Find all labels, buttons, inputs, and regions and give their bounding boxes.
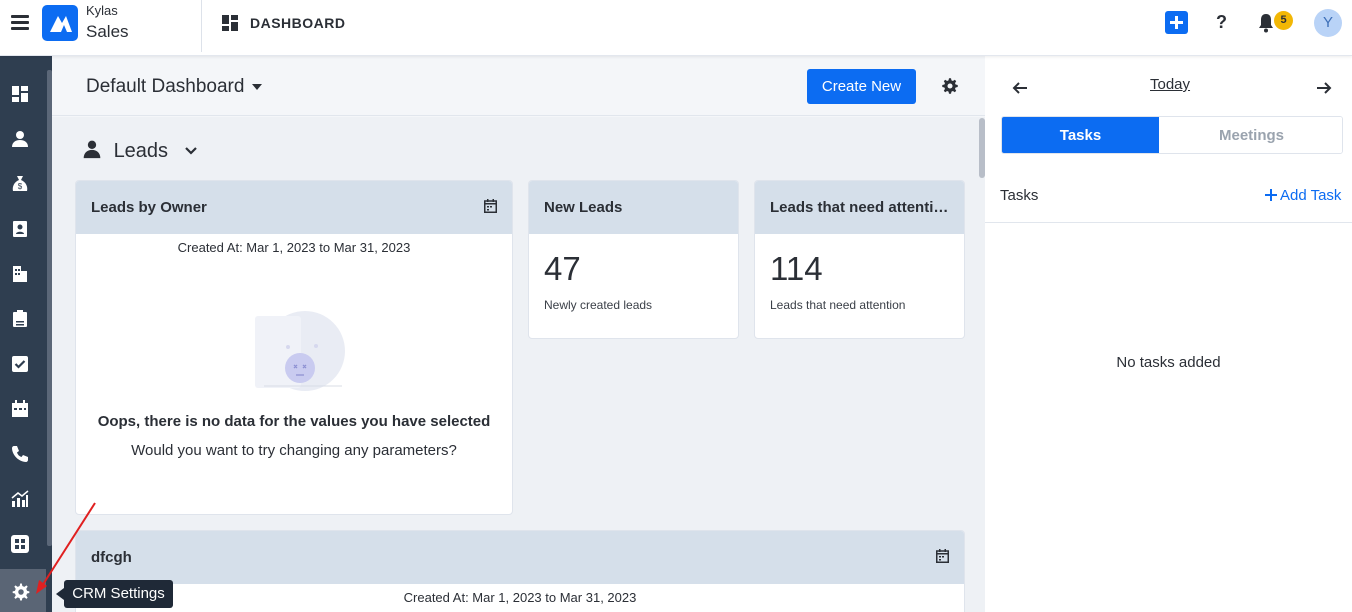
created-at-label: Created At: Mar 1, 2023 to Mar 31, 2023 bbox=[403, 590, 637, 605]
card-title: New Leads bbox=[544, 199, 623, 216]
leads-attention-card[interactable]: Leads that need attention 114 Leads that… bbox=[754, 180, 965, 339]
section-title: Leads bbox=[113, 140, 169, 162]
dashboard-grid-icon bbox=[222, 15, 238, 31]
caret-down-icon bbox=[252, 83, 263, 90]
building-icon[interactable] bbox=[8, 262, 32, 286]
arrow-right-icon[interactable] bbox=[1316, 81, 1332, 95]
card-header: dfcgh bbox=[76, 531, 964, 584]
tasks-heading: Tasks bbox=[1000, 187, 1039, 204]
dashboard-toolbar: Default Dashboard Create New bbox=[52, 56, 985, 116]
empty-state-illustration-icon bbox=[255, 311, 345, 391]
kpi-label: Newly created leads bbox=[544, 298, 653, 312]
gear-icon bbox=[12, 583, 30, 601]
money-bag-icon[interactable]: $ bbox=[8, 172, 32, 196]
checkbox-icon[interactable] bbox=[8, 352, 32, 376]
add-task-label: Add Task bbox=[1280, 187, 1342, 204]
card-title: Leads that need attention bbox=[770, 199, 952, 216]
help-icon[interactable]: ? bbox=[1216, 12, 1227, 33]
card-header: Leads by Owner bbox=[76, 181, 512, 234]
dashboard-selector[interactable]: Default Dashboard bbox=[86, 76, 263, 98]
new-leads-card[interactable]: New Leads 47 Newly created leads bbox=[528, 180, 739, 339]
phone-icon[interactable] bbox=[8, 442, 32, 466]
user-icon[interactable] bbox=[8, 127, 32, 151]
product-name: Sales bbox=[86, 22, 129, 41]
report-chart-icon[interactable] bbox=[8, 487, 32, 511]
date-selector[interactable]: Today bbox=[1150, 76, 1190, 93]
svg-text:$: $ bbox=[18, 182, 23, 191]
quick-add-button[interactable] bbox=[1165, 11, 1188, 34]
apps-grid-icon[interactable] bbox=[8, 532, 32, 556]
contact-card-icon[interactable] bbox=[8, 217, 32, 241]
notification-bell-icon[interactable] bbox=[1257, 13, 1275, 33]
card-title: Leads by Owner bbox=[91, 199, 207, 216]
dashboard-settings-gear-icon[interactable] bbox=[942, 78, 958, 94]
quote-document-icon[interactable] bbox=[8, 307, 32, 331]
tab-tasks[interactable]: Tasks bbox=[1002, 117, 1159, 153]
top-bar: Kylas Sales DASHBOARD ? 5 Y bbox=[0, 0, 1352, 56]
hamburger-menu-icon[interactable] bbox=[11, 15, 29, 31]
dashboard-icon[interactable] bbox=[8, 82, 32, 106]
created-at-label: Created At: Mar 1, 2023 to Mar 31, 2023 bbox=[177, 240, 411, 255]
panel-divider bbox=[985, 222, 1352, 223]
calendar-icon[interactable] bbox=[484, 199, 497, 213]
kpi-value: 47 bbox=[544, 250, 581, 287]
calendar-icon[interactable] bbox=[8, 397, 32, 421]
leads-section-toggle[interactable]: Leads bbox=[82, 139, 198, 163]
kpi-label: Leads that need attention bbox=[770, 298, 906, 312]
activity-tabs: Tasks Meetings bbox=[1001, 116, 1343, 154]
brand-name: Kylas bbox=[86, 3, 118, 18]
tab-meetings[interactable]: Meetings bbox=[1159, 117, 1342, 153]
annotation-arrow-icon bbox=[36, 502, 96, 594]
empty-state-subtitle: Would you want to try changing any param… bbox=[131, 442, 457, 459]
page-title: DASHBOARD bbox=[250, 15, 346, 31]
user-avatar[interactable]: Y bbox=[1314, 9, 1342, 37]
card-header: Leads that need attention bbox=[755, 181, 964, 234]
dashboard-content: Leads Leads by Owner Created At: Mar 1, … bbox=[52, 117, 985, 612]
user-icon bbox=[83, 140, 101, 159]
chevron-down-icon bbox=[184, 147, 197, 155]
header-divider bbox=[201, 0, 202, 52]
dfcgh-card: dfcgh Created At: Mar 1, 2023 to Mar 31,… bbox=[75, 530, 965, 612]
create-new-button[interactable]: Create New bbox=[807, 69, 916, 104]
card-header: New Leads bbox=[529, 181, 738, 234]
kylas-logo[interactable] bbox=[42, 5, 78, 41]
notification-badge: 5 bbox=[1274, 11, 1293, 30]
dashboard-name: Default Dashboard bbox=[86, 76, 245, 97]
empty-state-title: Oops, there is no data for the values yo… bbox=[97, 413, 491, 430]
activity-panel: Today Tasks Meetings Tasks Add Task No t… bbox=[985, 56, 1352, 612]
kpi-value: 114 bbox=[770, 250, 823, 287]
plus-icon bbox=[1265, 189, 1277, 201]
add-task-button[interactable]: Add Task bbox=[1265, 187, 1341, 204]
leads-by-owner-card: Leads by Owner Created At: Mar 1, 2023 t… bbox=[75, 180, 513, 515]
arrow-left-icon[interactable] bbox=[1012, 81, 1028, 95]
empty-tasks-message: No tasks added bbox=[1116, 354, 1221, 371]
calendar-icon[interactable] bbox=[936, 549, 949, 563]
